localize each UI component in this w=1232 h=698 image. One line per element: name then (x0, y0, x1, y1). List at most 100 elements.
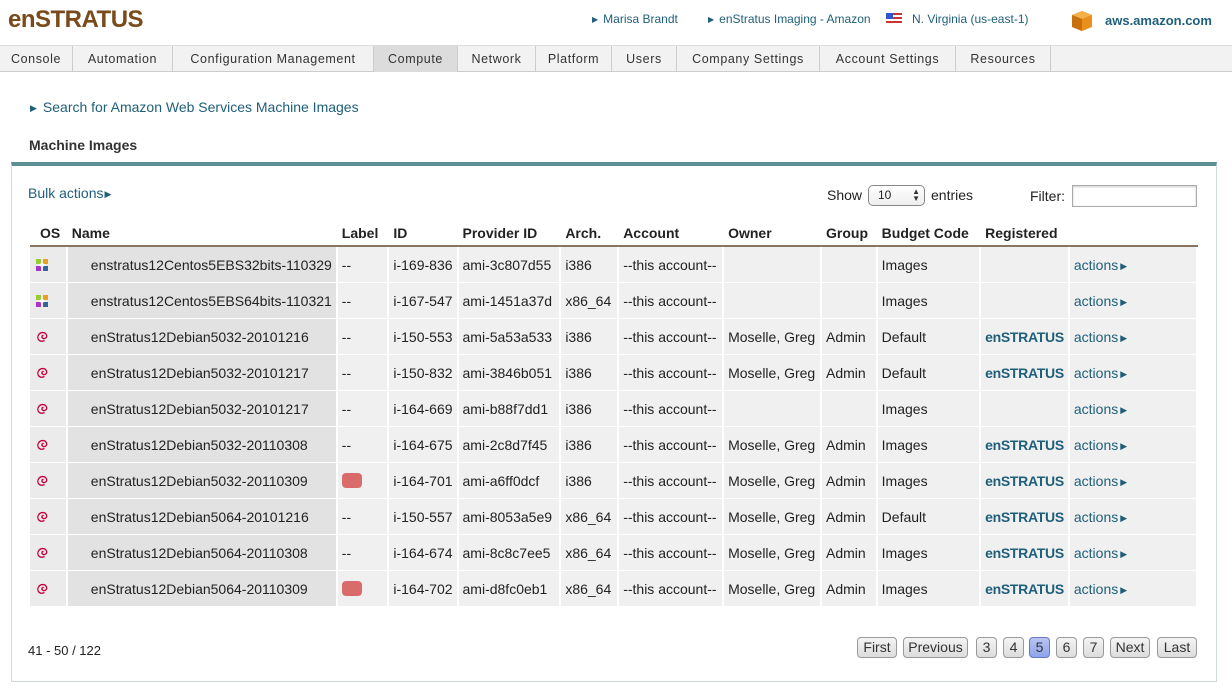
row-actions-menu[interactable]: actions ▶ (1069, 319, 1198, 355)
column-header[interactable]: Label (337, 221, 390, 247)
enstratus-registered-logo: enSTRATUS (985, 473, 1064, 489)
actions-label: actions (1073, 401, 1119, 417)
row-actions-menu[interactable]: actions ▶ (1069, 247, 1198, 283)
cell-name[interactable]: enstratus12Centos5EBS64bits-110321 (67, 283, 338, 319)
row-actions-menu[interactable]: actions ▶ (1069, 571, 1198, 607)
actions-label: actions (1073, 509, 1119, 525)
column-header[interactable]: Provider ID (458, 221, 562, 247)
cell-name[interactable]: enStratus12Debian5064-20110308 (67, 535, 338, 571)
row-actions-menu[interactable]: actions ▶ (1069, 355, 1198, 391)
table-row[interactable]: enstratus12Centos5EBS32bits-110329 -- i-16… (30, 247, 1198, 283)
column-header[interactable]: ID (389, 221, 459, 247)
cell-name[interactable]: enStratus12Debian5032-20101216 (67, 319, 338, 355)
table-row[interactable]: enStratus12Debian5064-20110308 -- i-164-67… (30, 535, 1198, 571)
cell-account: --this account-- (619, 391, 725, 427)
user-link[interactable]: ▶ Marisa Brandt (592, 12, 678, 26)
pager-button-3[interactable]: 3 (976, 637, 997, 658)
row-actions-menu[interactable]: actions ▶ (1069, 427, 1198, 463)
pager-button-previous[interactable]: Previous (903, 637, 968, 658)
cell-name[interactable]: enStratus12Debian5032-20101217 (67, 355, 338, 391)
pager-button-7[interactable]: 7 (1083, 637, 1104, 658)
column-header[interactable]: Group (822, 221, 878, 247)
cell-name[interactable]: enstratus12Centos5EBS32bits-110329 (67, 247, 338, 283)
cell-group: Admin (822, 355, 878, 391)
column-header[interactable]: OS (30, 221, 68, 247)
triangle-right-icon: ▶ (1120, 369, 1128, 379)
row-actions-menu[interactable]: actions ▶ (1069, 463, 1198, 499)
actions-label: actions (1073, 581, 1119, 597)
row-actions-menu[interactable]: actions ▶ (1069, 499, 1198, 535)
pager-button-5[interactable]: 5 (1029, 637, 1050, 658)
cell-budget: Default (877, 355, 982, 391)
cell-owner: Moselle, Greg (724, 571, 823, 607)
pager-button-first[interactable]: First (857, 637, 897, 658)
cell-os (30, 247, 68, 283)
enstratus-logo[interactable]: enSTRATUS (8, 6, 144, 34)
pager-button-next[interactable]: Next (1110, 637, 1150, 658)
table-row[interactable]: enstratus12Centos5EBS64bits-110321 -- i-16… (30, 283, 1198, 319)
cell-registered: enSTRATUS (981, 463, 1070, 499)
cell-label: -- (337, 283, 390, 319)
row-actions-menu[interactable]: actions ▶ (1069, 283, 1198, 319)
label-color-swatch[interactable] (341, 473, 362, 488)
nav-tab-network[interactable]: Network (458, 46, 536, 72)
table-row[interactable]: enStratus12Debian5032-20110308 -- i-164-67… (30, 427, 1198, 463)
cell-owner: Moselle, Greg (724, 319, 823, 355)
cell-name[interactable]: enStratus12Debian5032-20110308 (67, 427, 338, 463)
triangle-right-icon: ▶ (1120, 585, 1128, 595)
nav-tab-configuration-management[interactable]: Configuration Management (173, 46, 374, 72)
cell-group: Admin (822, 535, 878, 571)
region-link[interactable]: N. Virginia (us-east-1) (886, 12, 1028, 26)
pager-button-6[interactable]: 6 (1056, 637, 1077, 658)
cell-group: Admin (822, 319, 878, 355)
row-actions-menu[interactable]: actions ▶ (1069, 391, 1198, 427)
cell-registered (981, 247, 1070, 283)
cell-label: -- (337, 247, 390, 283)
search-ami-link[interactable]: ▶ Search for Amazon Web Services Machine … (30, 99, 359, 115)
column-header[interactable]: Account (619, 221, 725, 247)
table-row[interactable]: enStratus12Debian5032-20101216 -- i-150-55… (30, 319, 1198, 355)
account-link[interactable]: ▶ enStratus Imaging - Amazon (708, 12, 871, 26)
provider-link[interactable]: aws.amazon.com (1105, 13, 1212, 28)
label-color-swatch[interactable] (341, 581, 362, 596)
debian-icon (37, 547, 48, 558)
cell-label (337, 571, 390, 607)
column-header[interactable]: Owner (724, 221, 823, 247)
cell-name[interactable]: enStratus12Debian5064-20110309 (67, 571, 338, 607)
row-actions-menu[interactable]: actions ▶ (1069, 535, 1198, 571)
nav-tab-account-settings[interactable]: Account Settings (820, 46, 956, 72)
cell-name[interactable]: enStratus12Debian5032-20110309 (67, 463, 338, 499)
pager-button-4[interactable]: 4 (1003, 637, 1024, 658)
column-header[interactable]: Name (67, 221, 338, 247)
nav-tab-users[interactable]: Users (612, 46, 677, 72)
bulk-actions-menu[interactable]: Bulk actions▶ (28, 185, 111, 201)
column-header[interactable]: Arch. (561, 221, 620, 247)
nav-tab-automation[interactable]: Automation (73, 46, 173, 72)
table-row[interactable]: enStratus12Debian5032-20101217 -- i-150-83… (30, 355, 1198, 391)
column-header[interactable]: Budget Code (877, 221, 982, 247)
table-row[interactable]: enStratus12Debian5032-20101217 -- i-164-66… (30, 391, 1198, 427)
cell-group: Admin (822, 463, 878, 499)
column-header[interactable]: Registered (981, 221, 1070, 247)
nav-tab-resources[interactable]: Resources (956, 46, 1051, 72)
nav-tab-console[interactable]: Console (0, 46, 73, 72)
cell-name[interactable]: enStratus12Debian5064-20101216 (67, 499, 338, 535)
triangle-right-icon: ▶ (30, 103, 37, 113)
table-row[interactable]: enStratus12Debian5064-20110309 i-164-702 a… (30, 571, 1198, 607)
cell-owner: Moselle, Greg (724, 355, 823, 391)
entries-per-page-select[interactable]: 10 ▲ ▼ (868, 185, 925, 206)
filter-input[interactable] (1072, 185, 1197, 207)
cell-account: --this account-- (619, 463, 725, 499)
nav-tab-compute[interactable]: Compute (374, 46, 458, 72)
cell-owner: Moselle, Greg (724, 463, 823, 499)
machine-images-table: OS Name Label ID Provider ID Arch. Account Owne… (30, 221, 1198, 607)
nav-tab-platform[interactable]: Platform (536, 46, 612, 72)
table-row[interactable]: enStratus12Debian5032-20110309 i-164-701 a… (30, 463, 1198, 499)
table-row[interactable]: enStratus12Debian5064-20101216 -- i-150-55… (30, 499, 1198, 535)
cell-name[interactable]: enStratus12Debian5032-20101217 (67, 391, 338, 427)
nav-tab-company-settings[interactable]: Company Settings (677, 46, 820, 72)
pager-button-last[interactable]: Last (1157, 637, 1197, 658)
actions-label: actions (1073, 293, 1119, 309)
cell-registered: enSTRATUS (981, 319, 1070, 355)
debian-icon (37, 583, 48, 594)
